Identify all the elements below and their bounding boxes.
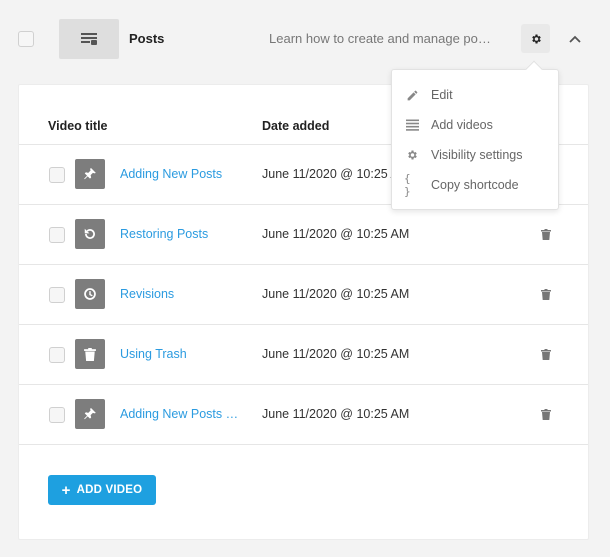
menu-item-edit[interactable]: Edit	[392, 80, 558, 110]
video-thumbnail	[75, 159, 105, 189]
column-header-date: Date added	[262, 119, 330, 133]
video-date: June 11/2020 @ 10:25 AM	[262, 167, 410, 181]
chevron-up-icon	[569, 35, 581, 43]
trash-icon	[541, 348, 551, 360]
delete-video-button[interactable]	[539, 407, 553, 421]
menu-item-add-videos[interactable]: Add videos	[392, 110, 558, 140]
delete-video-button[interactable]	[539, 347, 553, 361]
playlist-description: Learn how to create and manage posts in …	[269, 31, 491, 46]
playlist-thumbnail	[59, 19, 119, 59]
add-video-button[interactable]: + ADD VIDEO	[48, 475, 156, 505]
table-row: Adding New Posts (Continued) June 11/202…	[19, 384, 588, 444]
restore-icon	[84, 228, 95, 239]
delete-video-button[interactable]	[539, 287, 553, 301]
video-date: June 11/2020 @ 10:25 AM	[262, 407, 410, 421]
video-title-link[interactable]: Adding New Posts (Continued)	[120, 407, 240, 421]
table-row: Restoring Posts June 11/2020 @ 10:25 AM	[19, 204, 588, 264]
video-date: June 11/2020 @ 10:25 AM	[262, 347, 410, 361]
pin-icon	[84, 408, 96, 420]
video-title-link[interactable]: Restoring Posts	[120, 227, 240, 241]
video-thumbnail	[75, 399, 105, 429]
video-date: June 11/2020 @ 10:25 AM	[262, 287, 410, 301]
menu-label: Copy shortcode	[431, 178, 519, 192]
row-checkbox[interactable]	[49, 167, 65, 183]
trash-icon	[84, 347, 96, 361]
menu-label: Edit	[431, 88, 453, 102]
menu-item-copy-shortcode[interactable]: { } Copy shortcode	[392, 170, 558, 200]
playlist-icon	[81, 33, 97, 45]
pencil-icon	[404, 87, 420, 103]
playlist-title: Posts	[129, 31, 165, 46]
table-divider	[19, 444, 588, 445]
trash-icon	[541, 408, 551, 420]
delete-video-button[interactable]	[539, 227, 553, 241]
video-thumbnail	[75, 279, 105, 309]
table-row: Revisions June 11/2020 @ 10:25 AM	[19, 264, 588, 324]
collapse-button[interactable]	[566, 30, 584, 48]
row-checkbox[interactable]	[49, 227, 65, 243]
menu-label: Visibility settings	[431, 148, 523, 162]
video-title-link[interactable]: Using Trash	[120, 347, 240, 361]
column-header-title: Video title	[48, 119, 108, 133]
settings-dropdown-menu: Edit Add videos Visibility settings { } …	[391, 69, 559, 210]
video-title-link[interactable]: Revisions	[120, 287, 240, 301]
trash-icon	[541, 228, 551, 240]
table-row: Using Trash June 11/2020 @ 10:25 AM	[19, 324, 588, 384]
menu-item-visibility-settings[interactable]: Visibility settings	[392, 140, 558, 170]
playlist-settings-button[interactable]	[521, 24, 550, 53]
playlist-checkbox[interactable]	[18, 31, 34, 47]
list-icon	[404, 117, 420, 133]
row-checkbox[interactable]	[49, 287, 65, 303]
pin-icon	[84, 168, 96, 180]
row-checkbox[interactable]	[49, 347, 65, 363]
menu-label: Add videos	[431, 118, 493, 132]
braces-icon: { }	[404, 172, 411, 198]
plus-icon: +	[61, 481, 71, 499]
trash-icon	[541, 288, 551, 300]
video-date: June 11/2020 @ 10:25 AM	[262, 227, 410, 241]
video-title-link[interactable]: Adding New Posts	[120, 167, 240, 181]
gear-icon	[404, 147, 420, 163]
history-icon	[84, 288, 96, 300]
row-checkbox[interactable]	[49, 407, 65, 423]
video-thumbnail	[75, 219, 105, 249]
gear-icon	[531, 34, 541, 43]
video-thumbnail	[75, 339, 105, 369]
add-video-label: ADD VIDEO	[76, 484, 143, 496]
